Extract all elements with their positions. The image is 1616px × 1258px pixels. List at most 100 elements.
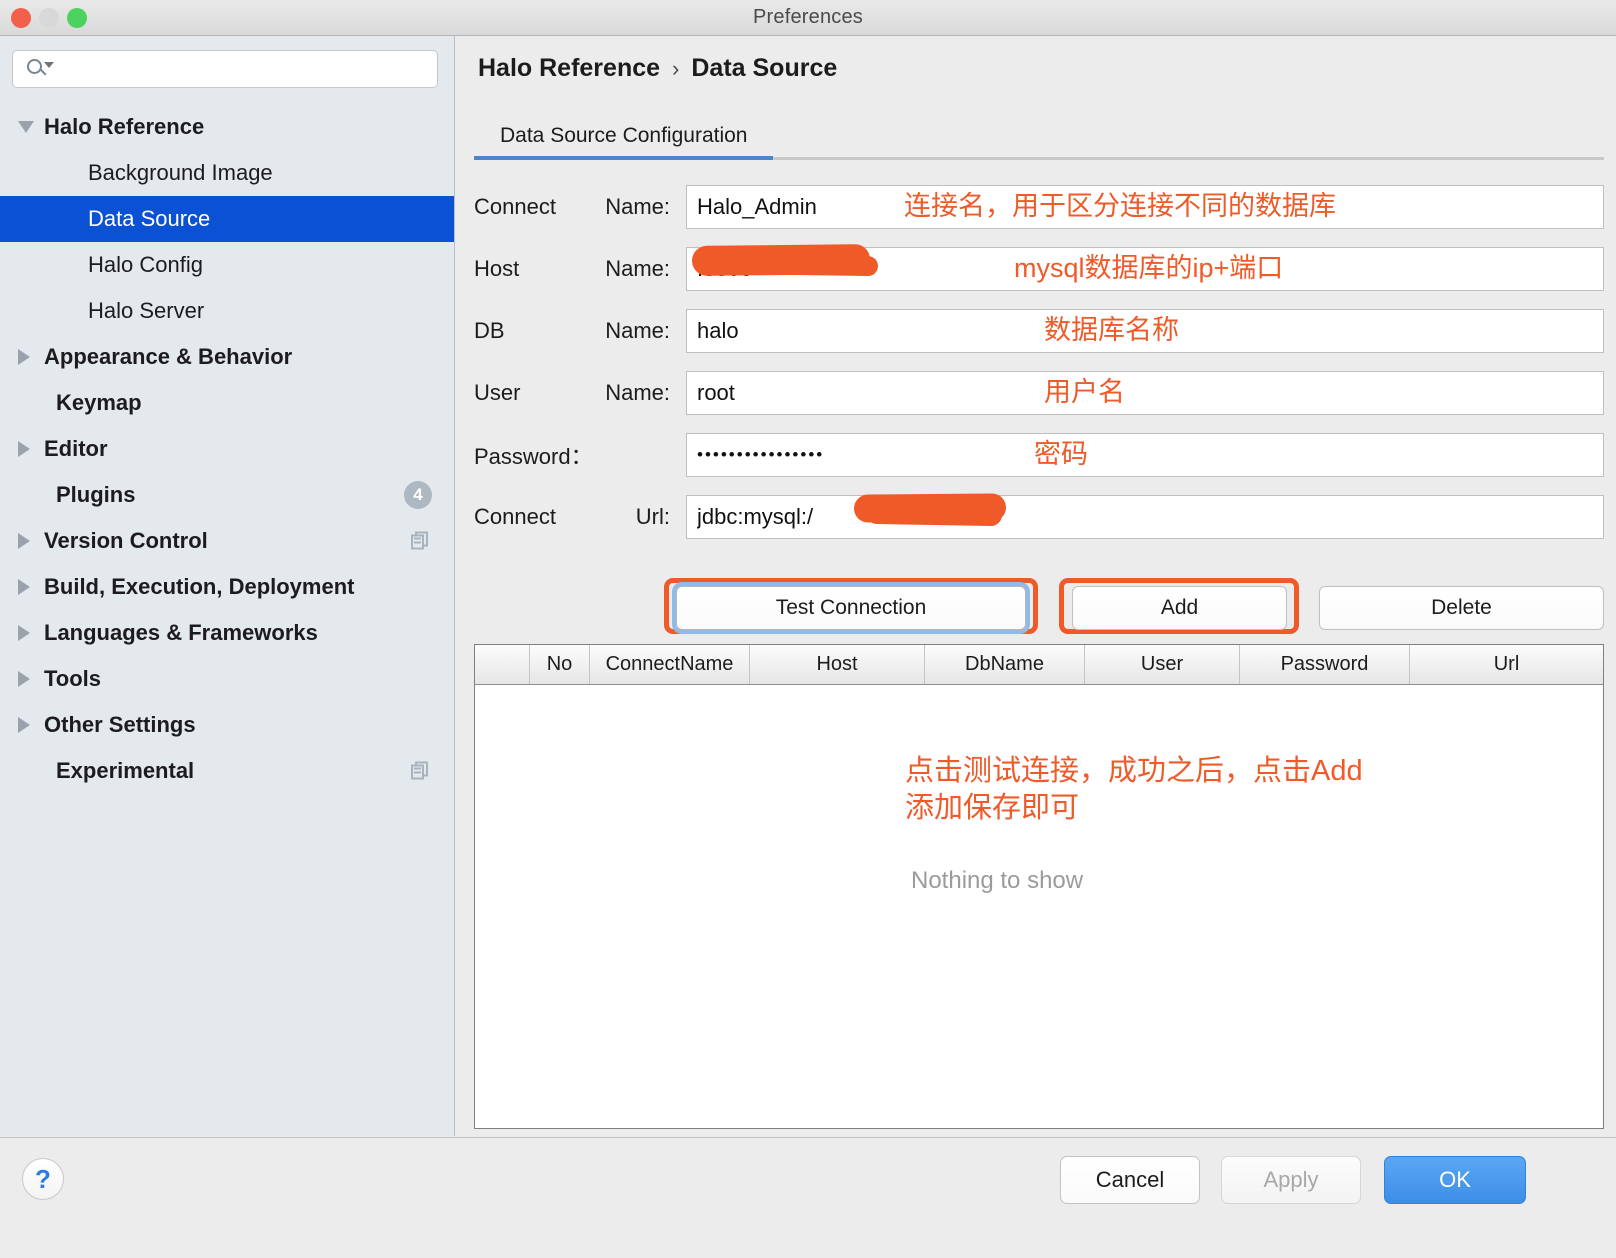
field-label-left: User xyxy=(474,380,520,406)
form-row: ConnectName:连接名，用于区分连接不同的数据库 xyxy=(474,176,1604,238)
field-input[interactable] xyxy=(686,185,1604,229)
chevron-right-icon[interactable] xyxy=(18,671,44,687)
field-label-left: Connect xyxy=(474,194,556,220)
sidebar-badge-count: 4 xyxy=(404,481,432,509)
annotation-table: 点击测试连接，成功之后，点击Add添加保存即可 xyxy=(905,753,1363,827)
table-column-header[interactable]: ConnectName xyxy=(590,645,750,684)
cancel-button[interactable]: Cancel xyxy=(1060,1156,1200,1204)
minimize-window-icon[interactable] xyxy=(39,8,59,28)
field-input[interactable] xyxy=(686,371,1604,415)
search-container xyxy=(0,36,454,98)
table-column-header[interactable]: Url xyxy=(1410,645,1603,684)
breadcrumb-root[interactable]: Halo Reference xyxy=(478,54,660,83)
ok-button[interactable]: OK xyxy=(1384,1156,1526,1204)
sidebar-item-label: Version Control xyxy=(44,528,208,554)
chevron-right-icon[interactable] xyxy=(18,625,44,641)
field-label-left: Password： xyxy=(474,444,593,469)
field-input[interactable] xyxy=(686,433,1604,477)
sidebar-item-build-execution-deployment[interactable]: Build, Execution, Deployment xyxy=(0,564,454,610)
preferences-window: Preferences Halo Reference Background Ima… xyxy=(0,0,1616,1258)
field-label: DB Name: xyxy=(474,318,686,344)
field-label-right: Url: xyxy=(636,504,670,530)
sidebar-item-label: Keymap xyxy=(56,390,142,416)
breadcrumb: Halo Reference › Data Source xyxy=(478,54,837,83)
table-column-header[interactable]: Host xyxy=(750,645,925,684)
sidebar-item-label: Plugins xyxy=(56,482,135,508)
field-label-right: Name: xyxy=(605,194,670,220)
table-column-header[interactable]: User xyxy=(1085,645,1240,684)
field-input[interactable] xyxy=(686,495,1604,539)
sidebar-item-appearance-behavior[interactable]: Appearance & Behavior xyxy=(0,334,454,380)
table-header-row: NoConnectNameHostDbNameUserPasswordUrl xyxy=(475,645,1603,685)
breadcrumb-separator-icon: › xyxy=(672,56,679,82)
close-window-icon[interactable] xyxy=(11,8,31,28)
field-label-right: Name: xyxy=(605,256,670,282)
action-button-row: Test Connection Add Delete xyxy=(474,576,1604,636)
sidebar-item-tools[interactable]: Tools xyxy=(0,656,454,702)
field-label: User Name: xyxy=(474,380,686,406)
sidebar-item-label: Halo Reference xyxy=(44,114,204,140)
chevron-right-icon[interactable] xyxy=(18,349,44,365)
empty-state-text: Nothing to show xyxy=(911,867,1083,895)
table-body[interactable]: 点击测试连接，成功之后，点击Add添加保存即可 Nothing to show xyxy=(475,685,1603,1128)
delete-button[interactable]: Delete xyxy=(1319,586,1604,630)
sidebar-item-label: Other Settings xyxy=(44,712,196,738)
add-button[interactable]: Add xyxy=(1072,586,1287,630)
sidebar-item-editor[interactable]: Editor xyxy=(0,426,454,472)
sidebar-item-plugins[interactable]: Plugins 4 xyxy=(0,472,454,518)
form-row: UserName:用户名 xyxy=(474,362,1604,424)
field-label-left: Connect xyxy=(474,504,556,530)
sidebar-item-version-control[interactable]: Version Control xyxy=(0,518,454,564)
sidebar-item-halo-config[interactable]: Halo Config xyxy=(0,242,454,288)
window-title: Preferences xyxy=(0,6,1616,29)
title-bar: Preferences xyxy=(0,0,1616,36)
help-button[interactable]: ? xyxy=(22,1158,64,1200)
table-column-header[interactable]: DbName xyxy=(925,645,1085,684)
data-source-form: ConnectName:连接名，用于区分连接不同的数据库HostName:mys… xyxy=(474,176,1604,548)
test-connection-button[interactable]: Test Connection xyxy=(676,586,1026,630)
tab-strip: Data Source Configuration xyxy=(474,116,1604,160)
settings-tree: Halo Reference Background Image Data Sourc… xyxy=(0,104,454,794)
sidebar-item-label: Background Image xyxy=(88,160,273,186)
sidebar-item-label: Languages & Frameworks xyxy=(44,620,318,646)
sidebar-item-background-image[interactable]: Background Image xyxy=(0,150,454,196)
apply-button[interactable]: Apply xyxy=(1221,1156,1361,1204)
sidebar-item-keymap[interactable]: Keymap xyxy=(0,380,454,426)
sidebar-item-halo-server[interactable]: Halo Server xyxy=(0,288,454,334)
field-label: Host Name: xyxy=(474,256,686,282)
chevron-down-icon[interactable] xyxy=(18,121,44,133)
field-input[interactable] xyxy=(686,309,1604,353)
sidebar-item-label: Halo Server xyxy=(88,298,204,324)
field-label-right: Name: xyxy=(605,318,670,344)
annotation-table-line2: 添加保存即可 xyxy=(905,792,1079,824)
chevron-right-icon[interactable] xyxy=(18,441,44,457)
tab-data-source-configuration[interactable]: Data Source Configuration xyxy=(474,116,773,160)
form-row: HostName:mysql数据库的ip+端口 xyxy=(474,238,1604,300)
maximize-window-icon[interactable] xyxy=(67,8,87,28)
chevron-right-icon[interactable] xyxy=(18,579,44,595)
sidebar-item-languages-frameworks[interactable]: Languages & Frameworks xyxy=(0,610,454,656)
sidebar-item-label: Experimental xyxy=(56,758,194,784)
sidebar-item-label: Data Source xyxy=(88,206,210,232)
chevron-right-icon[interactable] xyxy=(18,533,44,549)
table-column-header[interactable]: Password xyxy=(1240,645,1410,684)
sidebar-item-halo-reference[interactable]: Halo Reference xyxy=(0,104,454,150)
table-column-header[interactable] xyxy=(475,645,530,684)
field-label-right: Name: xyxy=(605,380,670,406)
sidebar-item-experimental[interactable]: Experimental xyxy=(0,748,454,794)
sidebar-item-data-source[interactable]: Data Source xyxy=(0,196,454,242)
field-label-left: DB xyxy=(474,318,505,344)
window-controls xyxy=(11,8,87,28)
sidebar-item-label: Halo Config xyxy=(88,252,203,278)
table-column-header[interactable]: No xyxy=(530,645,590,684)
copy-settings-icon[interactable] xyxy=(411,762,430,781)
search-box[interactable] xyxy=(12,50,438,88)
search-input[interactable] xyxy=(53,59,437,79)
breadcrumb-current: Data Source xyxy=(691,54,837,83)
field-input[interactable] xyxy=(686,247,1604,291)
field-label-left: Host xyxy=(474,256,519,282)
chevron-right-icon[interactable] xyxy=(18,717,44,733)
copy-settings-icon[interactable] xyxy=(411,532,430,551)
form-row: Connect Url: xyxy=(474,486,1604,548)
sidebar-item-other-settings[interactable]: Other Settings xyxy=(0,702,454,748)
